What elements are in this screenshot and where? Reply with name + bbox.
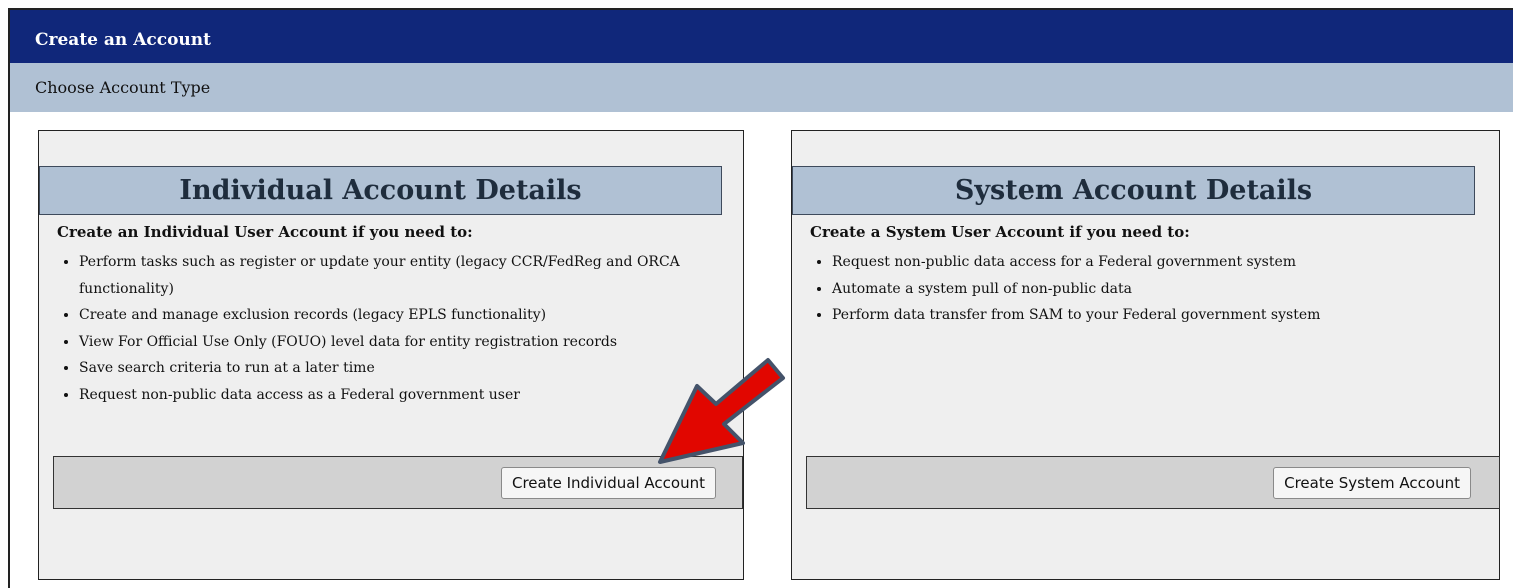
account-frame: Create an Account Choose Account Type In… bbox=[8, 8, 1513, 588]
list-item: View For Official Use Only (FOUO) level … bbox=[79, 329, 729, 356]
list-item: Create and manage exclusion records (leg… bbox=[79, 302, 729, 329]
list-item: Save search criteria to run at a later t… bbox=[79, 355, 729, 382]
list-item: Perform tasks such as register or update… bbox=[79, 249, 729, 302]
system-account-list: Request non-public data access for a Fed… bbox=[792, 249, 1482, 329]
individual-account-heading: Individual Account Details bbox=[39, 166, 722, 215]
individual-account-list: Perform tasks such as register or update… bbox=[39, 249, 729, 408]
individual-account-panel: Individual Account Details Create an Ind… bbox=[38, 130, 744, 580]
create-system-account-button[interactable]: Create System Account bbox=[1273, 467, 1471, 499]
page-title-bar: Create an Account bbox=[10, 10, 1513, 63]
list-item: Perform data transfer from SAM to your F… bbox=[832, 302, 1482, 329]
system-account-intro: Create a System User Account if you need… bbox=[810, 223, 1190, 241]
list-item: Request non-public data access as a Fede… bbox=[79, 382, 729, 409]
system-button-bar: Create System Account bbox=[806, 456, 1500, 509]
page-title: Create an Account bbox=[35, 30, 212, 50]
system-account-panel: System Account Details Create a System U… bbox=[791, 130, 1500, 580]
list-item: Automate a system pull of non-public dat… bbox=[832, 276, 1482, 303]
system-account-heading: System Account Details bbox=[792, 166, 1475, 215]
create-individual-account-button[interactable]: Create Individual Account bbox=[501, 467, 716, 499]
page-subtitle-bar: Choose Account Type bbox=[10, 63, 1513, 112]
individual-account-intro: Create an Individual User Account if you… bbox=[57, 223, 473, 241]
list-item: Request non-public data access for a Fed… bbox=[832, 249, 1482, 276]
page-subtitle: Choose Account Type bbox=[35, 78, 211, 97]
individual-button-bar: Create Individual Account bbox=[53, 456, 743, 509]
